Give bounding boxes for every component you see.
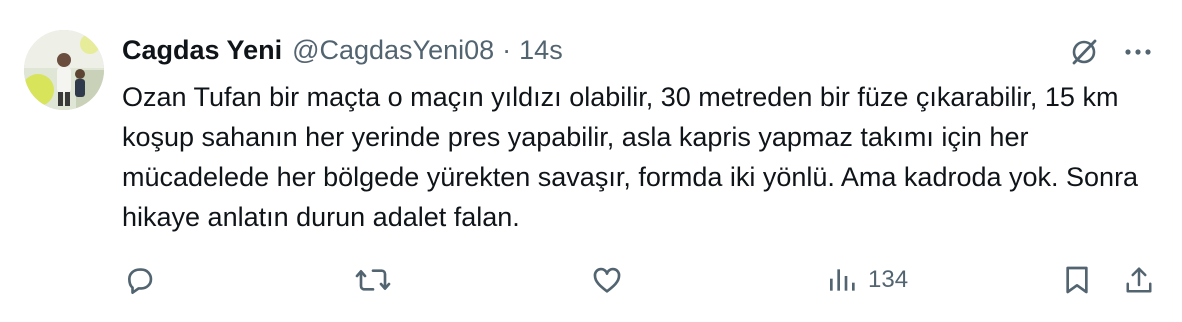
author-display-name[interactable]: Cagdas Yeni [122,34,282,66]
grok-icon [1072,39,1097,65]
reply-button[interactable] [124,260,156,300]
header-separator: · [502,35,512,65]
author-handle[interactable]: @CagdasYeni08 [292,34,494,66]
more-icon [1125,49,1151,55]
avatar[interactable] [24,30,104,110]
tweet-actions: 134 [0,258,1182,302]
share-icon [1126,267,1152,293]
share-button[interactable] [1124,260,1154,300]
like-icon [593,267,621,293]
retweet-button[interactable] [355,260,391,300]
tweet[interactable]: Cagdas Yeni @CagdasYeni08 · 14s Ozan Tuf… [0,0,1182,322]
tweet-text: Ozan Tufan bir maçta o maçın yıldızı ola… [122,82,1139,232]
like-button[interactable] [590,260,624,300]
views-button[interactable]: 134 [826,260,908,300]
more-button[interactable] [1120,34,1156,70]
avatar-image [24,30,104,110]
tweet-timestamp[interactable]: 14s [519,34,563,66]
views-icon [830,269,855,291]
views-count: 134 [868,266,909,293]
bookmark-button[interactable] [1063,260,1091,300]
retweet-icon [355,269,391,291]
grok-button[interactable] [1066,34,1102,70]
reply-icon [128,268,153,294]
bookmark-icon [1066,266,1088,294]
tweet-header: Cagdas Yeni @CagdasYeni08 · 14s [122,34,563,66]
